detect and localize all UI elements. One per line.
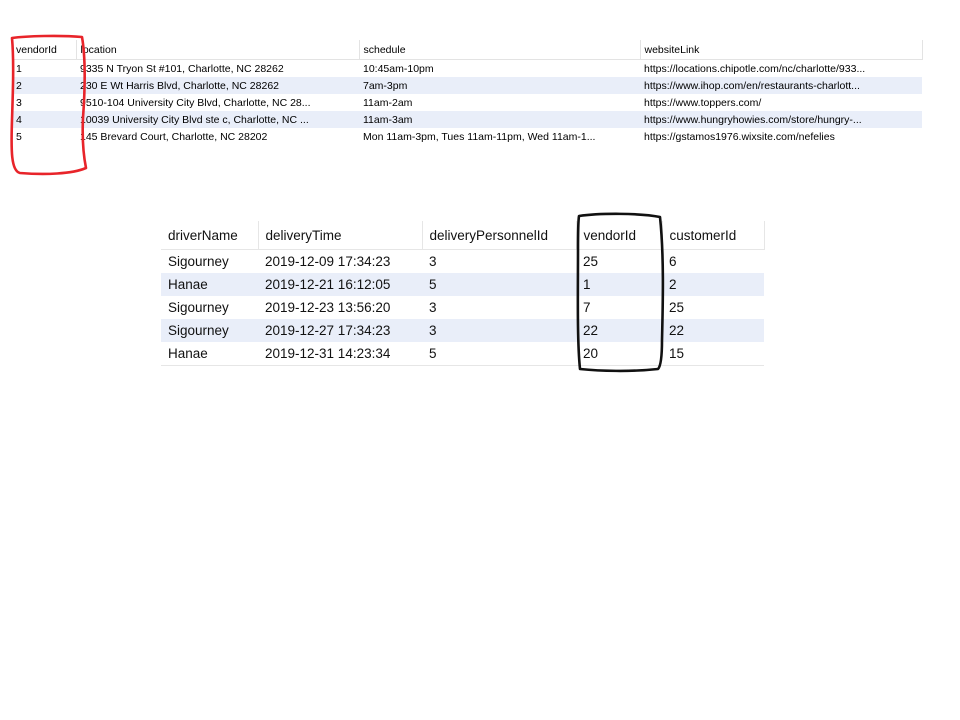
cell-deliverypersonnelid[interactable]: 3 xyxy=(422,250,576,274)
table-row[interactable]: 2 230 E Wt Harris Blvd, Charlotte, NC 28… xyxy=(12,77,922,94)
cell-vendorid[interactable]: 25 xyxy=(576,250,662,274)
cell-deliverypersonnelid[interactable]: 5 xyxy=(422,273,576,296)
cell-vendorid[interactable]: 4 xyxy=(12,111,76,128)
cell-schedule[interactable]: 11am-2am xyxy=(359,94,640,111)
column-header-location[interactable]: location xyxy=(76,40,360,60)
cell-vendorid[interactable]: 2 xyxy=(12,77,76,94)
cell-location[interactable]: 145 Brevard Court, Charlotte, NC 28202 xyxy=(76,128,359,145)
cell-drivername[interactable]: Hanae xyxy=(161,342,258,366)
cell-deliverytime[interactable]: 2019-12-23 13:56:20 xyxy=(258,296,422,319)
table-row[interactable]: Hanae 2019-12-21 16:12:05 5 1 2 xyxy=(161,273,764,296)
table-row[interactable]: 1 9335 N Tryon St #101, Charlotte, NC 28… xyxy=(12,60,922,78)
cell-schedule[interactable]: 7am-3pm xyxy=(359,77,640,94)
cell-schedule[interactable]: Mon 11am-3pm, Tues 11am-11pm, Wed 11am-1… xyxy=(359,128,640,145)
table-row[interactable]: Hanae 2019-12-31 14:23:34 5 20 15 xyxy=(161,342,764,366)
cell-drivername[interactable]: Sigourney xyxy=(161,250,258,274)
column-header-websitelink[interactable]: websiteLink xyxy=(640,40,923,60)
cell-deliverytime[interactable]: 2019-12-09 17:34:23 xyxy=(258,250,422,274)
delivery-table-header: driverName deliveryTime deliveryPersonne… xyxy=(161,221,765,250)
cell-vendorid[interactable]: 3 xyxy=(12,94,76,111)
cell-websitelink[interactable]: https://www.hungryhowies.com/store/hungr… xyxy=(640,111,922,128)
cell-deliverytime[interactable]: 2019-12-31 14:23:34 xyxy=(258,342,422,366)
cell-vendorid[interactable]: 5 xyxy=(12,128,76,145)
cell-location[interactable]: 230 E Wt Harris Blvd, Charlotte, NC 2826… xyxy=(76,77,359,94)
column-header-deliverytime[interactable]: deliveryTime xyxy=(258,221,423,250)
cell-deliverypersonnelid[interactable]: 5 xyxy=(422,342,576,366)
cell-customerid[interactable]: 22 xyxy=(662,319,764,342)
delivery-table: driverName deliveryTime deliveryPersonne… xyxy=(161,221,765,366)
cell-vendorid[interactable]: 20 xyxy=(576,342,662,366)
cell-drivername[interactable]: Sigourney xyxy=(161,296,258,319)
cell-vendorid[interactable]: 1 xyxy=(12,60,76,78)
cell-customerid[interactable]: 6 xyxy=(662,250,764,274)
vendor-table: vendorId location schedule websiteLink 1… xyxy=(12,40,923,145)
cell-vendorid[interactable]: 1 xyxy=(576,273,662,296)
table-row[interactable]: 4 10039 University City Blvd ste c, Char… xyxy=(12,111,922,128)
cell-customerid[interactable]: 15 xyxy=(662,342,764,366)
cell-schedule[interactable]: 11am-3am xyxy=(359,111,640,128)
cell-schedule[interactable]: 10:45am-10pm xyxy=(359,60,640,78)
column-header-customerid[interactable]: customerId xyxy=(662,221,765,250)
cell-websitelink[interactable]: https://www.ihop.com/en/restaurants-char… xyxy=(640,77,922,94)
cell-location[interactable]: 9335 N Tryon St #101, Charlotte, NC 2826… xyxy=(76,60,359,78)
cell-deliverypersonnelid[interactable]: 3 xyxy=(422,319,576,342)
cell-customerid[interactable]: 2 xyxy=(662,273,764,296)
cell-websitelink[interactable]: https://www.toppers.com/ xyxy=(640,94,922,111)
cell-deliverytime[interactable]: 2019-12-21 16:12:05 xyxy=(258,273,422,296)
vendor-table-header: vendorId location schedule websiteLink xyxy=(12,40,923,60)
table-row[interactable]: Sigourney 2019-12-27 17:34:23 3 22 22 xyxy=(161,319,764,342)
cell-websitelink[interactable]: https://gstamos1976.wixsite.com/nefelies xyxy=(640,128,922,145)
table-row[interactable]: 5 145 Brevard Court, Charlotte, NC 28202… xyxy=(12,128,922,145)
cell-customerid[interactable]: 25 xyxy=(662,296,764,319)
cell-websitelink[interactable]: https://locations.chipotle.com/nc/charlo… xyxy=(640,60,922,78)
table-row[interactable]: 3 9510-104 University City Blvd, Charlot… xyxy=(12,94,922,111)
cell-drivername[interactable]: Sigourney xyxy=(161,319,258,342)
column-header-schedule[interactable]: schedule xyxy=(359,40,641,60)
column-header-vendorid[interactable]: vendorId xyxy=(576,221,663,250)
column-header-deliverypersonnelid[interactable]: deliveryPersonnelId xyxy=(422,221,577,250)
cell-deliverypersonnelid[interactable]: 3 xyxy=(422,296,576,319)
cell-vendorid[interactable]: 7 xyxy=(576,296,662,319)
column-header-vendorid[interactable]: vendorId xyxy=(12,40,77,60)
cell-location[interactable]: 9510-104 University City Blvd, Charlotte… xyxy=(76,94,359,111)
cell-deliverytime[interactable]: 2019-12-27 17:34:23 xyxy=(258,319,422,342)
column-header-drivername[interactable]: driverName xyxy=(161,221,259,250)
table-row[interactable]: Sigourney 2019-12-23 13:56:20 3 7 25 xyxy=(161,296,764,319)
cell-location[interactable]: 10039 University City Blvd ste c, Charlo… xyxy=(76,111,359,128)
table-row[interactable]: Sigourney 2019-12-09 17:34:23 3 25 6 xyxy=(161,250,764,274)
cell-drivername[interactable]: Hanae xyxy=(161,273,258,296)
cell-vendorid[interactable]: 22 xyxy=(576,319,662,342)
